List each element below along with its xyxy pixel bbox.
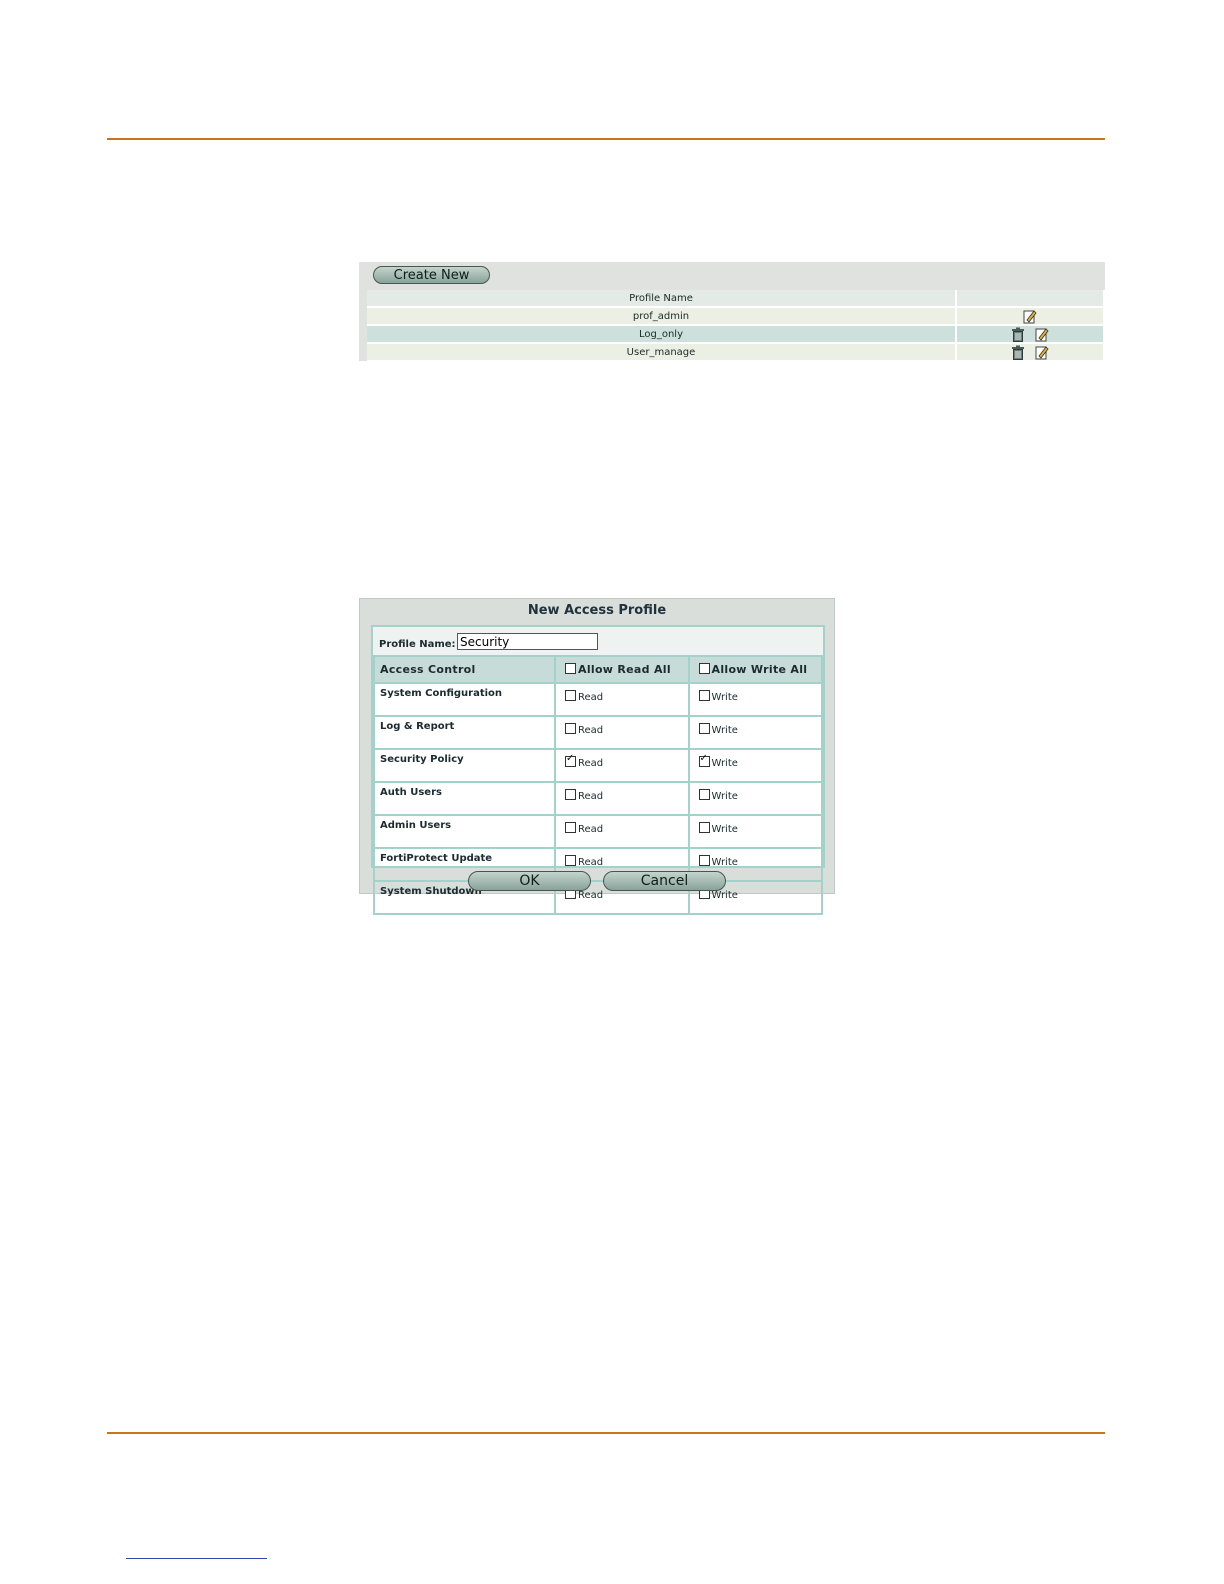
write-checkbox[interactable] (698, 789, 710, 800)
permission-label: System Configuration (373, 682, 556, 717)
read-label: Read (578, 758, 604, 769)
write-checkbox[interactable] (698, 822, 710, 833)
table-row: Auth Users Read Write (373, 781, 823, 816)
permission-label: Auth Users (373, 781, 556, 816)
read-label: Read (578, 824, 604, 835)
table-row: Log_only (367, 325, 1105, 344)
write-label: Write (711, 857, 738, 868)
table-row: System Shutdown Read Write (373, 880, 823, 915)
read-checkbox[interactable] (565, 822, 576, 833)
read-label: Read (578, 725, 604, 736)
write-label: Write (711, 791, 738, 802)
table-row: Security Policy Read Write (373, 748, 823, 783)
permission-label: Security Policy (373, 748, 556, 783)
profile-name-input[interactable] (457, 633, 598, 650)
table-row: Admin Users Read Write (373, 814, 823, 849)
access-control-header: Access Control (373, 655, 556, 684)
write-cell: Write (687, 814, 823, 849)
table-row: prof_admin (367, 307, 1105, 326)
read-cell: Read (554, 748, 690, 783)
profile-name-row: Profile Name: (373, 627, 823, 655)
footer-link-underline (126, 1558, 267, 1559)
table-row: Log & Report Read Write (373, 715, 823, 750)
access-control-header-row: Access Control Allow Read All Allow Writ… (373, 655, 823, 684)
read-checkbox[interactable] (565, 723, 576, 734)
profile-name-label: Profile Name: (379, 639, 456, 650)
permission-label: Admin Users (373, 814, 556, 849)
write-label: Write (711, 692, 738, 703)
write-cell: Write (687, 715, 823, 750)
header-rule (107, 138, 1105, 140)
read-cell: Read (554, 781, 690, 816)
read-checkbox[interactable] (565, 789, 576, 800)
delete-icon[interactable] (1008, 327, 1031, 342)
allow-read-all-checkbox[interactable] (565, 663, 576, 674)
read-label: Read (578, 890, 604, 901)
delete-icon[interactable] (1008, 345, 1031, 360)
read-checkbox[interactable] (565, 690, 576, 701)
read-checkbox[interactable] (565, 753, 576, 767)
table-row: System Configuration Read Write (373, 682, 823, 717)
row-actions (956, 307, 1105, 326)
edit-icon[interactable] (1032, 345, 1052, 359)
read-label: Read (578, 857, 604, 868)
footer-rule (107, 1432, 1105, 1434)
read-checkbox[interactable] (565, 855, 576, 866)
write-cell: Write (687, 781, 823, 816)
write-checkbox[interactable] (698, 723, 710, 734)
row-actions (956, 325, 1105, 344)
write-checkbox[interactable] (698, 753, 710, 767)
read-cell: Read (554, 682, 690, 717)
write-label: Write (711, 890, 738, 901)
write-cell: Write (687, 682, 823, 717)
create-new-button[interactable]: Create New (373, 266, 490, 284)
allow-write-all-cell: Allow Write All (687, 655, 823, 684)
allow-write-all-checkbox[interactable] (698, 663, 710, 674)
write-label: Write (711, 824, 738, 835)
profile-name-cell: Log_only (367, 325, 957, 344)
allow-write-all-label: Allow Write All (711, 663, 808, 676)
actions-column-header (956, 290, 1105, 308)
dialog-form: Profile Name: Access Control Allow Read … (371, 625, 825, 915)
read-cell: Read (554, 814, 690, 849)
cancel-button[interactable]: Cancel (603, 871, 726, 891)
write-cell: Write (687, 748, 823, 783)
permission-label: Log & Report (373, 715, 556, 750)
write-checkbox[interactable] (698, 690, 710, 701)
allow-read-all-cell: Allow Read All (554, 655, 690, 684)
edit-icon[interactable] (1032, 327, 1052, 341)
read-label: Read (578, 692, 604, 703)
row-actions (956, 343, 1105, 362)
edit-icon[interactable] (1020, 309, 1040, 323)
profile-name-column-header: Profile Name (367, 290, 957, 308)
access-control-table: Access Control Allow Read All Allow Writ… (373, 655, 823, 915)
new-access-profile-dialog: New Access Profile Profile Name: Access … (359, 598, 835, 915)
write-label: Write (711, 758, 738, 769)
profile-name-cell: User_manage (367, 343, 957, 362)
profile-name-cell: prof_admin (367, 307, 957, 326)
table-row: User_manage (367, 343, 1105, 362)
write-checkbox[interactable] (698, 855, 710, 866)
table-row: FortiProtect Update Read Write (373, 847, 823, 882)
read-cell: Read (554, 715, 690, 750)
write-label: Write (711, 725, 738, 736)
access-profile-list-panel: Create New Profile Name prof_admin Log_o… (359, 262, 1105, 362)
ok-button[interactable]: OK (468, 871, 591, 891)
read-label: Read (578, 791, 604, 802)
allow-read-all-label: Allow Read All (578, 663, 671, 676)
dialog-title: New Access Profile (527, 603, 667, 618)
profile-list-table: Profile Name prof_admin Log_only User_ma… (367, 290, 1105, 362)
